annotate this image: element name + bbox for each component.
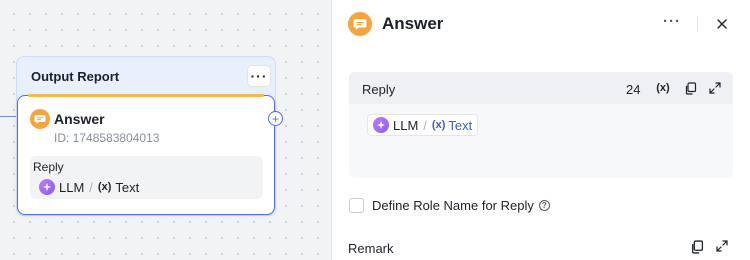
- node-reply-source: LLM: [59, 179, 85, 195]
- connection-edge: [0, 116, 16, 117]
- node-reply-variable: Text: [115, 179, 140, 195]
- variable-icon: (x): [97, 181, 112, 193]
- node-reply-preview: Reply LLM / (x) Text: [30, 156, 263, 199]
- variable-icon: (x): [431, 119, 446, 131]
- chat-bubble-icon: [348, 12, 372, 36]
- header-divider: [697, 16, 698, 32]
- reply-character-count: 24: [626, 82, 641, 97]
- panel-title[interactable]: Answer: [382, 14, 443, 34]
- answer-node[interactable]: Answer ID: 1748583804013 + Reply LLM / (…: [17, 94, 283, 215]
- node-reply-reference: LLM / (x) Text: [39, 179, 139, 195]
- chip-source: LLM: [393, 117, 419, 133]
- chip-separator: /: [423, 117, 427, 133]
- node-reply-separator: /: [89, 179, 93, 195]
- remark-label: Remark: [348, 241, 394, 256]
- workflow-canvas[interactable]: Output Report ··· Answer ID: 17485838040…: [0, 0, 331, 260]
- group-more-button[interactable]: ···: [247, 65, 271, 87]
- define-role-row[interactable]: Define Role Name for Reply ?: [349, 198, 550, 213]
- copy-icon[interactable]: [682, 80, 698, 96]
- add-output-port-icon[interactable]: +: [268, 111, 283, 126]
- help-icon[interactable]: ?: [538, 200, 550, 211]
- reply-editor-header: Reply 24 (x): [349, 72, 733, 104]
- insert-variable-glyph: (x): [656, 82, 670, 94]
- chip-variable: Text: [448, 117, 473, 133]
- llm-sparkle-icon: [39, 179, 55, 195]
- node-settings-panel: Answer ··· Reply 24 (x) LLM / (x) Text D…: [331, 0, 750, 260]
- define-role-checkbox[interactable]: [349, 198, 364, 213]
- llm-sparkle-icon: [373, 117, 389, 133]
- group-title: Output Report: [31, 69, 120, 84]
- node-reply-label: Reply: [33, 160, 64, 174]
- reply-variable-chip[interactable]: LLM / (x) Text: [367, 114, 479, 136]
- panel-more-button[interactable]: ···: [662, 14, 682, 34]
- remark-expand-icon[interactable]: [716, 240, 728, 255]
- node-id: ID: 1748583804013: [54, 131, 160, 145]
- reply-label: Reply: [362, 82, 396, 97]
- expand-icon[interactable]: [707, 80, 723, 96]
- reply-editor[interactable]: Reply 24 (x) LLM / (x) Text: [349, 72, 733, 178]
- remark-copy-icon[interactable]: [690, 240, 704, 257]
- chat-bubble-icon: [30, 109, 50, 129]
- close-icon[interactable]: [712, 14, 732, 34]
- insert-variable-icon[interactable]: (x): [655, 80, 671, 96]
- node-title: Answer: [54, 111, 105, 127]
- define-role-label: Define Role Name for Reply: [372, 198, 534, 213]
